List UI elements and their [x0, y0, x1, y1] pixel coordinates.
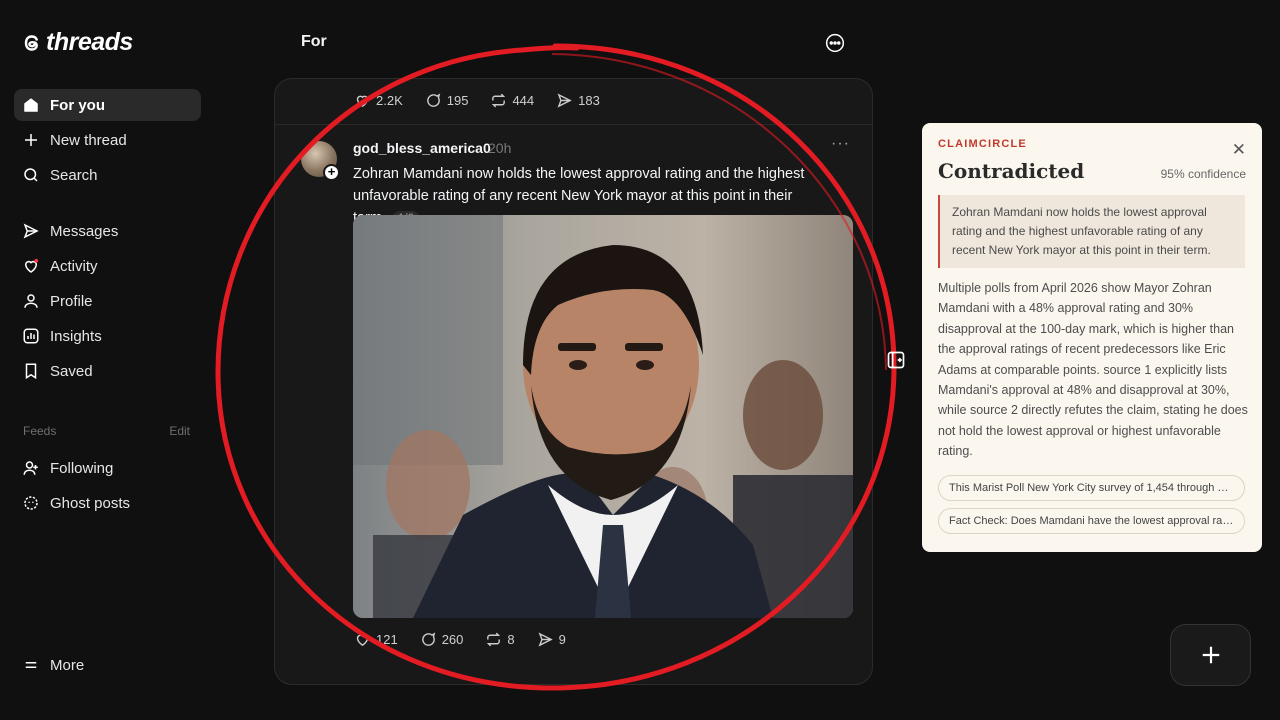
- sidebar-item-label: New thread: [50, 131, 127, 149]
- chart-icon: [23, 328, 39, 344]
- sidebar-item-label: Search: [50, 166, 98, 184]
- search-icon: [24, 168, 38, 182]
- feeds-edit-link[interactable]: Edit: [169, 424, 190, 438]
- send-icon: [23, 223, 39, 239]
- heart-icon: [356, 95, 369, 108]
- comment-icon: [421, 632, 435, 646]
- like-button[interactable]: 2.2K: [354, 92, 403, 109]
- ghost-icon: [24, 496, 38, 510]
- logo-text: threads: [46, 28, 133, 56]
- more-options-icon[interactable]: [825, 33, 845, 53]
- post-divider: [275, 124, 872, 125]
- sidebar-item-saved[interactable]: Saved: [14, 355, 201, 387]
- sidebar-item-label: Following: [50, 459, 114, 477]
- repost-count: 8: [507, 632, 515, 647]
- heart-icon: [356, 634, 369, 647]
- threads-logo-icon: [24, 34, 39, 51]
- reply-count: 260: [441, 632, 464, 647]
- sidebar-item-activity[interactable]: Activity: [14, 250, 201, 282]
- sidebar-item-label: Activity: [50, 257, 98, 275]
- reply-button[interactable]: 260: [420, 631, 464, 648]
- sidebar-feeds-nav: Following Ghost posts: [14, 452, 201, 522]
- send-icon: [538, 632, 553, 647]
- sidebar-item-label: Profile: [50, 292, 93, 310]
- sidebar-item-new-thread[interactable]: New thread: [14, 124, 201, 156]
- menu-icon: [25, 662, 37, 668]
- feeds-header-label: Feeds: [23, 424, 57, 438]
- comment-icon: [426, 93, 441, 107]
- bookmark-icon: [25, 363, 37, 380]
- previous-post-actions: 2.2K 195 444 183: [354, 92, 600, 109]
- portrait-photo: [353, 215, 853, 618]
- repost-icon: [487, 632, 501, 647]
- reply-button[interactable]: 195: [425, 92, 469, 109]
- sidebar-item-label: Messages: [50, 222, 119, 240]
- like-count: 2.2K: [376, 93, 403, 108]
- claim-panel: CLAIMCIRCLE ✕ Contradicted 95% confidenc…: [922, 123, 1262, 552]
- claim-explanation: Multiple polls from April 2026 show Mayo…: [938, 281, 1248, 459]
- repost-count: 444: [512, 93, 535, 108]
- close-icon[interactable]: ✕: [1232, 140, 1246, 160]
- sidebar-item-messages[interactable]: Messages: [14, 215, 201, 247]
- claim-confidence: 95% confidence: [1160, 167, 1246, 181]
- share-button[interactable]: 183: [556, 92, 600, 109]
- sidebar-item-label: Saved: [50, 362, 93, 380]
- threads-logo[interactable]: threads: [20, 28, 133, 57]
- sidebar-secondary-nav: Messages Activity Profile Insights Saved: [14, 215, 201, 390]
- feed-card: 2.2K 195 444 183 + god_bless_america0 20…: [274, 78, 873, 685]
- sidebar-item-label: For you: [50, 96, 105, 114]
- home-icon: [24, 98, 38, 112]
- sidebar-item-profile[interactable]: Profile: [14, 285, 201, 317]
- repost-icon: [492, 93, 506, 108]
- post-image[interactable]: [353, 215, 853, 618]
- heart-icon: [24, 258, 39, 273]
- post-username[interactable]: god_bless_america0: [353, 140, 491, 156]
- sidebar-item-search[interactable]: Search: [14, 159, 201, 191]
- post-time: 20h: [488, 140, 512, 156]
- source-link-2[interactable]: Fact Check: Does Mamdani have the lowest…: [938, 508, 1245, 534]
- expand-panel-icon[interactable]: [886, 350, 906, 370]
- sidebar-primary-nav: For you New thread Search: [14, 89, 201, 194]
- follow-plus-icon[interactable]: +: [323, 164, 340, 181]
- sidebar-item-more[interactable]: More: [14, 649, 201, 681]
- new-thread-fab[interactable]: [1170, 624, 1251, 686]
- like-button[interactable]: 121: [354, 631, 398, 648]
- share-count: 183: [578, 93, 600, 108]
- send-icon: [557, 93, 572, 108]
- source-link-1[interactable]: This Marist Poll New York City survey of…: [938, 475, 1245, 501]
- feeds-header: Feeds Edit: [23, 424, 190, 438]
- sidebar-item-label: Ghost posts: [50, 494, 131, 512]
- repost-button[interactable]: 8: [485, 631, 515, 648]
- sidebar-item-label: Insights: [50, 327, 102, 345]
- claim-brand: CLAIMCIRCLE: [938, 138, 1027, 150]
- claim-quote: Zohran Mamdani now holds the lowest appr…: [938, 195, 1245, 268]
- sidebar-item-ghost-posts[interactable]: Ghost posts: [14, 487, 201, 519]
- reply-count: 195: [446, 93, 469, 108]
- share-count: 9: [558, 632, 566, 647]
- share-button[interactable]: 9: [537, 631, 566, 648]
- sidebar-item-for-you[interactable]: For you: [14, 89, 201, 121]
- post-actions: 121 260 8 9: [354, 631, 566, 648]
- plus-icon: [1202, 646, 1219, 664]
- sidebar-item-following[interactable]: Following: [14, 452, 201, 484]
- post-more-icon[interactable]: ···: [831, 135, 850, 153]
- person-icon: [24, 294, 38, 308]
- sidebar-item-insights[interactable]: Insights: [14, 320, 201, 352]
- people-icon: [23, 461, 38, 475]
- feed-title[interactable]: For: [301, 33, 327, 51]
- claim-verdict: Contradicted: [938, 159, 1085, 183]
- sidebar-item-label: More: [50, 656, 85, 674]
- repost-button[interactable]: 444: [490, 92, 534, 109]
- plus-icon: [25, 134, 37, 146]
- like-count: 121: [376, 632, 398, 647]
